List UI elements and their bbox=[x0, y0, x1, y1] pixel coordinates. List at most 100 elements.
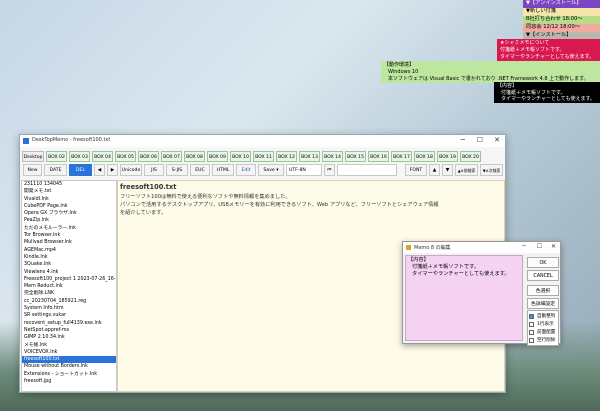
new-button[interactable]: New bbox=[23, 164, 42, 176]
tab-box-15[interactable]: BOX 15 bbox=[345, 151, 366, 162]
dialog-title-bar[interactable]: Memo 8 の編集 ─ ☐ ✕ bbox=[403, 242, 560, 253]
move-up-button[interactable]: ▲ bbox=[429, 164, 440, 176]
file-list-item[interactable]: 開発メモ.txt bbox=[22, 188, 116, 195]
tag-prev-button[interactable]: ▲#前検索 bbox=[455, 164, 478, 176]
dialog-maximize-icon[interactable]: ☐ bbox=[537, 243, 542, 250]
file-list-item[interactable]: Opera GX ブラウザ.lnk bbox=[22, 210, 116, 217]
title-bar[interactable]: DeskTopMemo - freesoft100.txt ─ ☐ ✕ bbox=[20, 135, 505, 147]
minimize-icon[interactable]: ─ bbox=[461, 136, 465, 144]
file-list-item[interactable]: Extensions - ショートカット.lnk bbox=[22, 371, 116, 378]
html-button[interactable]: HTML bbox=[212, 164, 234, 176]
file-list-item[interactable]: cc_20230704_185921.reg bbox=[22, 298, 116, 305]
tab-box-10[interactable]: BOX 10 bbox=[230, 151, 251, 162]
tab-box-04[interactable]: BOX 04 bbox=[92, 151, 113, 162]
memo-meeting[interactable]: B社打ち合わせ 18:00～ bbox=[523, 16, 600, 24]
tab-box-06[interactable]: BOX 06 bbox=[138, 151, 159, 162]
box-tab-bar: Desktop BOX 02 BOX 03 BOX 04 BOX 05 BOX … bbox=[20, 149, 505, 164]
cancel-button[interactable]: CANCEL bbox=[527, 270, 559, 281]
file-list-item[interactable]: Viewlens 4.lnk bbox=[22, 269, 116, 276]
file-list-item[interactable]: AGEMac.mp4 bbox=[22, 247, 116, 254]
memo-new-sticky[interactable]: ▼新しい付箋 bbox=[523, 8, 600, 16]
tab-box-16[interactable]: BOX 16 bbox=[368, 151, 389, 162]
tab-box-11[interactable]: BOX 11 bbox=[253, 151, 274, 162]
tab-box-02[interactable]: BOX 02 bbox=[46, 151, 67, 162]
file-list-item[interactable]: System Info.htm bbox=[22, 305, 116, 312]
unicode-button[interactable]: Unicode bbox=[120, 164, 142, 176]
search-input[interactable] bbox=[337, 164, 397, 176]
front-placement-label: 前面配置 bbox=[537, 330, 556, 335]
tab-box-08[interactable]: BOX 08 bbox=[184, 151, 205, 162]
skip-back-button[interactable]: ⏮ bbox=[324, 164, 335, 176]
tab-box-14[interactable]: BOX 14 bbox=[322, 151, 343, 162]
tab-box-13[interactable]: BOX 13 bbox=[299, 151, 320, 162]
file-list-item[interactable]: freesoft100.txt bbox=[22, 356, 116, 364]
file-list-item[interactable]: Mouse without Borders.lnk bbox=[22, 363, 116, 370]
option-checkboxes: ✓ 自動整列 1行表示 前面配置 空行削除 bbox=[527, 310, 559, 346]
file-list-item[interactable]: Freesoft100_project 1 2023-07-26_16-38 bbox=[22, 276, 116, 283]
tag-next-button[interactable]: ▼#次検索 bbox=[480, 164, 503, 176]
tab-desktop[interactable]: Desktop bbox=[22, 151, 44, 162]
memo-reminder[interactable]: 同窓会 12/12 18:00～ bbox=[523, 24, 600, 32]
tab-box-09[interactable]: BOX 09 bbox=[207, 151, 228, 162]
file-list-item[interactable]: CubePDF Page.lnk bbox=[22, 203, 116, 210]
memo-sticky-about[interactable]: ★シャミメモについて 付箋紙＋メモ帳ソフトです。 タイマーやランチャーとしても使… bbox=[497, 39, 600, 61]
tab-box-17[interactable]: BOX 17 bbox=[391, 151, 412, 162]
tab-box-05[interactable]: BOX 05 bbox=[115, 151, 136, 162]
next-button[interactable]: ▶ bbox=[107, 164, 118, 176]
file-list[interactable]: 231110 134045 開発メモ.txt VivaldI.lnk CubePDF … bbox=[21, 180, 117, 392]
color-select[interactable]: 色選択 bbox=[527, 285, 559, 296]
dialog-close-icon[interactable]: ✕ bbox=[551, 243, 556, 250]
tab-box-03[interactable]: BOX 03 bbox=[69, 151, 90, 162]
close-icon[interactable]: ✕ bbox=[494, 136, 500, 144]
file-list-item[interactable]: SR settings.vukar bbox=[22, 312, 116, 319]
tab-box-19[interactable]: BOX 19 bbox=[437, 151, 458, 162]
auto-arrange-checkbox[interactable]: ✓ 自動整列 bbox=[529, 312, 557, 320]
single-line-checkbox[interactable]: 1行表示 bbox=[529, 320, 557, 328]
tab-box-20[interactable]: BOX 20 bbox=[460, 151, 481, 162]
front-placement-checkbox[interactable]: 前面配置 bbox=[529, 328, 557, 336]
auto-arrange-check-icon: ✓ bbox=[529, 313, 534, 319]
tab-box-12[interactable]: BOX 12 bbox=[276, 151, 297, 162]
edit-button[interactable]: Edit bbox=[236, 164, 256, 176]
file-list-item[interactable]: Mem Reduct.lnk bbox=[22, 283, 116, 290]
file-list-item[interactable]: PeaZip.lnk bbox=[22, 217, 116, 224]
file-list-item[interactable]: GIMP 2.10.34.lnk bbox=[22, 334, 116, 341]
remove-blank-lines-checkbox[interactable]: 空行削除 bbox=[529, 336, 557, 344]
move-down-button[interactable]: ▼ bbox=[442, 164, 453, 176]
save-button[interactable]: Save ▾ bbox=[258, 164, 284, 176]
font-button[interactable]: FONT bbox=[405, 164, 427, 176]
file-list-item[interactable]: NetSpot.appref-ms bbox=[22, 327, 116, 334]
encoding-select[interactable]: UTF-8N bbox=[286, 164, 322, 176]
file-list-item[interactable]: ただのメモルーラー.lnk bbox=[22, 225, 116, 232]
dialog-minimize-icon[interactable]: ─ bbox=[522, 243, 526, 250]
jis-button[interactable]: JIS bbox=[144, 164, 164, 176]
file-list-item[interactable]: Kindle.lnk bbox=[22, 254, 116, 261]
file-list-item[interactable]: recovent_setup_full4139.exe.lnk bbox=[22, 320, 116, 327]
dialog-text-line-2: タイマーやランチャーとしても使えます。 bbox=[412, 271, 510, 277]
sjis-button[interactable]: S-JIS bbox=[166, 164, 188, 176]
file-list-item[interactable]: 3Quake.lnk bbox=[22, 261, 116, 268]
euc-button[interactable]: EUC bbox=[190, 164, 210, 176]
tab-box-07[interactable]: BOX 07 bbox=[161, 151, 182, 162]
file-list-item[interactable]: VivaldI.lnk bbox=[22, 196, 116, 203]
file-list-item[interactable]: 完全削除.LNK bbox=[22, 290, 116, 297]
tab-box-18[interactable]: BOX 18 bbox=[414, 151, 435, 162]
memo-environment[interactable]: 【動作環境】 Windows 10 本ソフトウェアは Visual Basic … bbox=[381, 61, 600, 83]
memo-edit-dialog: Memo 8 の編集 ─ ☐ ✕ 【内容】 付箋紙＋メモ帳ソフトです。 タイマー… bbox=[402, 241, 561, 346]
file-list-item[interactable]: Mullvad Browser.lnk bbox=[22, 239, 116, 246]
memo-content[interactable]: 【内容】 付箋紙＋メモ帳ソフトです。 タイマーやランチャーとしても使えます。 bbox=[494, 82, 600, 103]
file-list-item[interactable]: VOICEVOX.lnk bbox=[22, 349, 116, 356]
date-button[interactable]: DATE bbox=[44, 164, 67, 176]
dialog-text-area[interactable]: 【内容】 付箋紙＋メモ帳ソフトです。 タイマーやランチャーとしても使えます。 bbox=[405, 255, 523, 341]
front-placement-check-box bbox=[529, 329, 534, 335]
color-detail-button[interactable]: 色詳細設定 bbox=[527, 298, 559, 309]
maximize-icon[interactable]: ☐ bbox=[477, 136, 483, 144]
delete-button[interactable]: DEL bbox=[69, 164, 92, 176]
ok-button[interactable]: OK bbox=[527, 257, 559, 268]
file-list-item[interactable]: Tor Browser.lnk bbox=[22, 232, 116, 239]
file-list-item[interactable]: freesoft.jpg bbox=[22, 378, 116, 385]
memo-uninstall[interactable]: ▼【アンインストール】 bbox=[523, 0, 600, 8]
prev-button[interactable]: ◀ bbox=[94, 164, 105, 176]
file-list-item[interactable]: メモ帳.lnk bbox=[22, 342, 116, 349]
file-list-item[interactable]: 231110 134045 bbox=[22, 181, 116, 188]
